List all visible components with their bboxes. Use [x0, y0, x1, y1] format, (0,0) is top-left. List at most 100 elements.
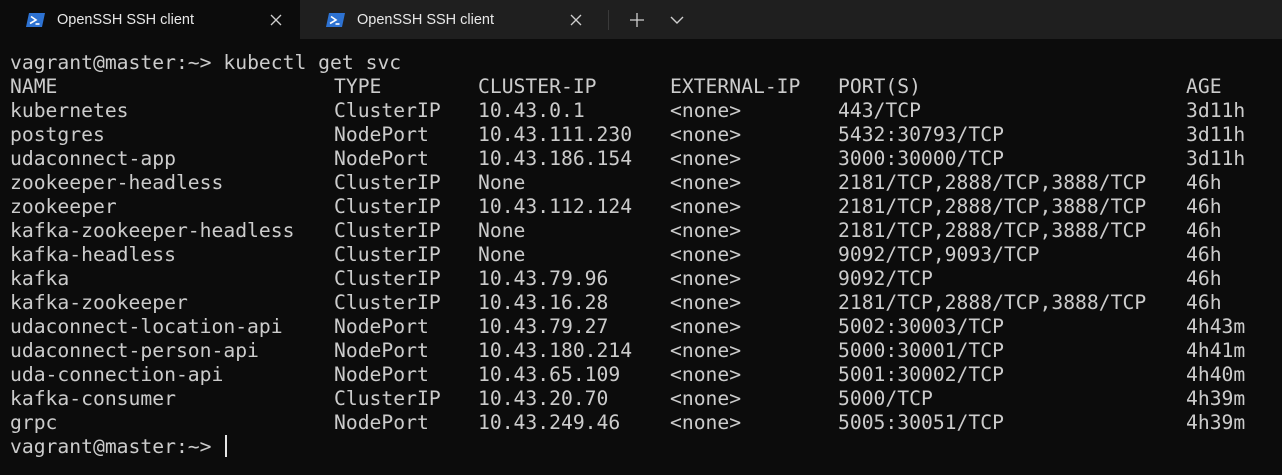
cell-name: kubernetes — [10, 99, 129, 122]
cell-type: NodePort — [334, 363, 429, 386]
cell-ports: 9092/TCP,9093/TCP — [838, 243, 1040, 266]
cell-name: kafka-headless — [10, 243, 176, 266]
cell-cluster-ip: 10.43.111.230 — [478, 123, 633, 146]
command-line: vagrant@master:~> kubectl get svc — [10, 51, 1282, 75]
cell-cluster-ip: 10.43.249.46 — [478, 411, 621, 434]
close-icon[interactable] — [266, 10, 286, 30]
cell-name: kafka-consumer — [10, 387, 176, 410]
table-row: udaconnect-app NodePort 10.43.186.154 <none… — [10, 147, 1282, 171]
cell-age: 46h — [1186, 267, 1222, 290]
cell-external-ip: <none> — [670, 387, 742, 410]
tab-openssh-2[interactable]: OpenSSH SSH client — [300, 0, 600, 39]
header-cluster-ip: CLUSTER-IP — [478, 75, 597, 98]
tab-separator — [608, 9, 609, 30]
cell-cluster-ip: 10.43.112.124 — [478, 195, 633, 218]
cell-external-ip: <none> — [670, 267, 742, 290]
close-icon[interactable] — [566, 10, 586, 30]
cell-type: NodePort — [334, 123, 429, 146]
table-row: udaconnect-location-api NodePort 10.43.79.… — [10, 315, 1282, 339]
tab-openssh-1[interactable]: OpenSSH SSH client — [0, 0, 300, 39]
new-tab-button[interactable] — [617, 0, 657, 39]
cell-age: 3d11h — [1186, 147, 1246, 170]
cell-ports: 2181/TCP,2888/TCP,3888/TCP — [838, 219, 1147, 242]
cell-type: ClusterIP — [334, 195, 441, 218]
cell-external-ip: <none> — [670, 219, 742, 242]
cell-external-ip: <none> — [670, 171, 742, 194]
cell-cluster-ip: 10.43.65.109 — [478, 363, 621, 386]
cell-age: 46h — [1186, 219, 1222, 242]
tab-title: OpenSSH SSH client — [357, 11, 495, 28]
cell-name: udaconnect-person-api — [10, 339, 259, 362]
table-row: zookeeper ClusterIP 10.43.112.124 <none> 218… — [10, 195, 1282, 219]
cell-external-ip: <none> — [670, 243, 742, 266]
cell-ports: 3000:30000/TCP — [838, 147, 1004, 170]
cell-name: zookeeper — [10, 195, 117, 218]
cell-age: 46h — [1186, 243, 1222, 266]
cell-age: 46h — [1186, 195, 1222, 218]
cell-ports: 5002:30003/TCP — [838, 315, 1004, 338]
powershell-icon — [26, 12, 45, 27]
prompt: vagrant@master:~> — [10, 435, 224, 458]
cell-age: 46h — [1186, 171, 1222, 194]
cell-type: NodePort — [334, 315, 429, 338]
cell-age: 46h — [1186, 291, 1222, 314]
cell-type: ClusterIP — [334, 267, 441, 290]
cell-ports: 5005:30051/TCP — [838, 411, 1004, 434]
cell-cluster-ip: None — [478, 243, 526, 266]
final-prompt-line: vagrant@master:~> — [10, 435, 1282, 459]
cell-external-ip: <none> — [670, 195, 742, 218]
cell-cluster-ip: None — [478, 171, 526, 194]
cell-ports: 443/TCP — [838, 99, 921, 122]
cell-name: uda-connection-api — [10, 363, 224, 386]
cell-external-ip: <none> — [670, 291, 742, 314]
cell-external-ip: <none> — [670, 123, 742, 146]
powershell-icon — [326, 12, 345, 27]
cell-ports: 5000:30001/TCP — [838, 339, 1004, 362]
cell-external-ip: <none> — [670, 411, 742, 434]
cell-type: ClusterIP — [334, 387, 441, 410]
chevron-down-icon — [670, 16, 684, 24]
cell-name: kafka-zookeeper-headless — [10, 219, 295, 242]
prompt: vagrant@master:~> — [10, 51, 224, 74]
cell-name: grpc — [10, 411, 58, 434]
tab-bar: OpenSSH SSH client OpenSSH SSH client — [0, 0, 1282, 39]
cell-age: 4h39m — [1186, 411, 1246, 434]
cell-cluster-ip: 10.43.20.70 — [478, 387, 609, 410]
cell-type: ClusterIP — [334, 99, 441, 122]
cell-external-ip: <none> — [670, 99, 742, 122]
cell-age: 4h39m — [1186, 387, 1246, 410]
cell-age: 4h40m — [1186, 363, 1246, 386]
header-age: AGE — [1186, 75, 1222, 98]
plus-icon — [630, 12, 644, 27]
table-row: postgres NodePort 10.43.111.230 <none> 5432:… — [10, 123, 1282, 147]
cell-external-ip: <none> — [670, 339, 742, 362]
command: kubectl get svc — [223, 51, 402, 74]
cell-cluster-ip: None — [478, 219, 526, 242]
cell-age: 4h41m — [1186, 339, 1246, 362]
cell-name: udaconnect-app — [10, 147, 176, 170]
terminal-output[interactable]: vagrant@master:~> kubectl get svc NAME T… — [0, 39, 1282, 475]
cell-age: 3d11h — [1186, 123, 1246, 146]
cell-type: ClusterIP — [334, 171, 441, 194]
table-row: kafka-zookeeper ClusterIP 10.43.16.28 <none… — [10, 291, 1282, 315]
header-name: NAME — [10, 75, 58, 98]
cell-ports: 2181/TCP,2888/TCP,3888/TCP — [838, 171, 1147, 194]
cell-ports: 5001:30002/TCP — [838, 363, 1004, 386]
tab-dropdown-button[interactable] — [657, 0, 697, 39]
table-row: kafka-consumer ClusterIP 10.43.20.70 <none>… — [10, 387, 1282, 411]
cell-type: NodePort — [334, 339, 429, 362]
cell-ports: 5432:30793/TCP — [838, 123, 1004, 146]
table-row: zookeeper-headless ClusterIP None <none> 218… — [10, 171, 1282, 195]
cell-name: kafka-zookeeper — [10, 291, 188, 314]
table-row: kafka ClusterIP 10.43.79.96 <none> 9092/TCP 4… — [10, 267, 1282, 291]
cell-external-ip: <none> — [670, 363, 742, 386]
table-row: kafka-headless ClusterIP None <none> 9092/TC… — [10, 243, 1282, 267]
cell-cluster-ip: 10.43.180.214 — [478, 339, 633, 362]
cell-name: zookeeper-headless — [10, 171, 224, 194]
cell-cluster-ip: 10.43.79.96 — [478, 267, 609, 290]
cell-ports: 5000/TCP — [838, 387, 933, 410]
cell-cluster-ip: 10.43.0.1 — [478, 99, 585, 122]
table-row: kafka-zookeeper-headless ClusterIP None <no… — [10, 219, 1282, 243]
cell-type: ClusterIP — [334, 291, 441, 314]
cell-ports: 2181/TCP,2888/TCP,3888/TCP — [838, 195, 1147, 218]
